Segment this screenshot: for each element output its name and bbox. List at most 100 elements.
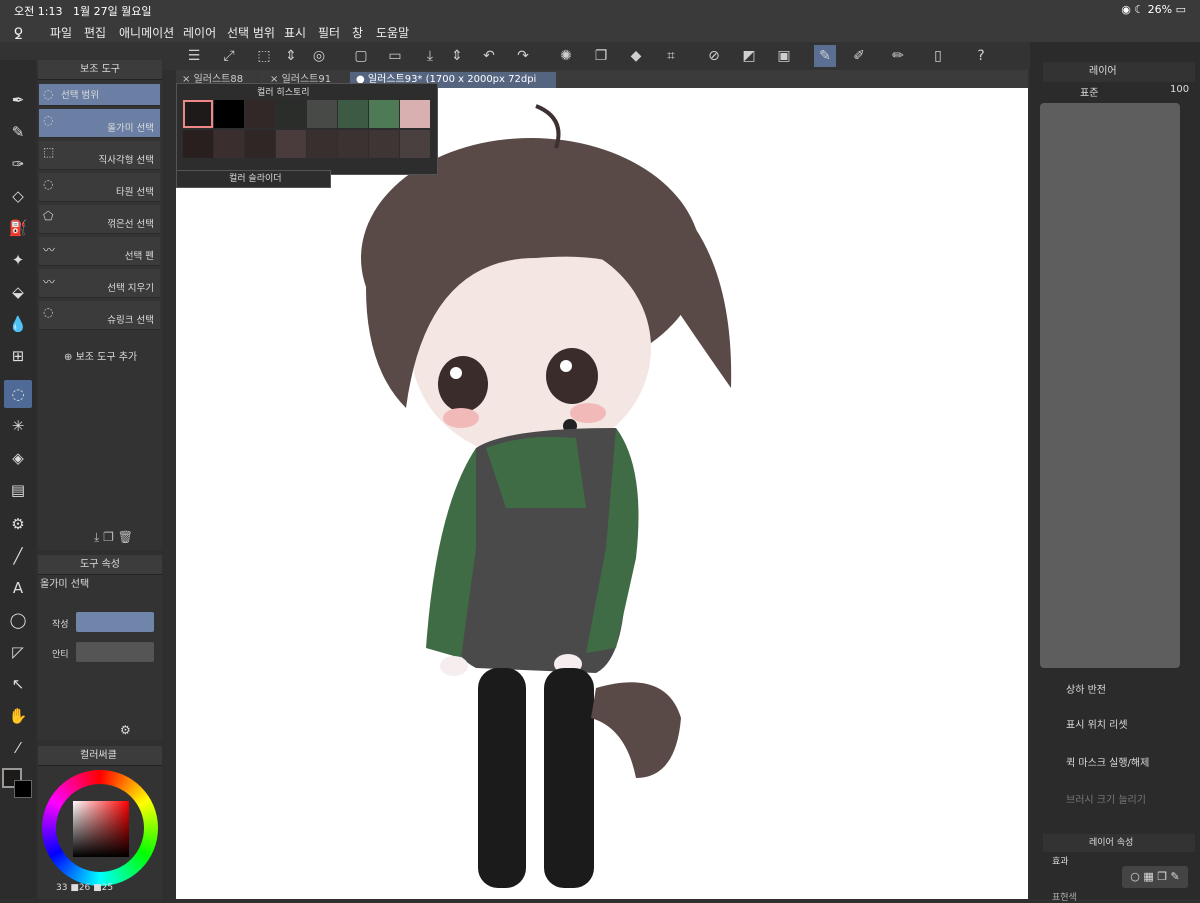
subtool-item[interactable]: ◌ 올가미 선택 — [39, 109, 160, 138]
balloon-icon[interactable]: ◯ — [4, 606, 32, 634]
settings-icon[interactable]: ⚙ — [120, 723, 131, 737]
undo-icon[interactable]: ↶ — [478, 45, 500, 67]
subtool-footer-icons[interactable]: ⤓ ❐ 🗑 — [94, 530, 133, 545]
history-swatch[interactable] — [307, 130, 337, 158]
subtool-item[interactable]: 〰 선택 지우기 — [39, 269, 160, 298]
lasso-small-icon: ◌ — [43, 305, 54, 319]
blend-mode[interactable]: 표준 — [1080, 84, 1098, 99]
antialias-selector[interactable] — [76, 642, 154, 662]
menu-window[interactable]: 창 — [352, 24, 363, 41]
subtool-item[interactable]: ⬚ 직사각형 선택 — [39, 141, 160, 170]
flip-vertical-item[interactable]: 상하 반전 — [1044, 677, 1194, 705]
figure-icon[interactable]: ⚙ — [4, 510, 32, 538]
brush-a-icon[interactable]: ✎ — [814, 45, 836, 67]
brush-size-item[interactable]: 브러시 크기 늘리기 — [1044, 787, 1194, 815]
history-swatch[interactable] — [338, 100, 368, 128]
hamburger-icon[interactable]: ☰ — [183, 45, 205, 67]
brush-c-icon[interactable]: ✏ — [887, 45, 909, 67]
subtool-panel: 보조 도구 ◌ 선택 범위 ◌ 올가미 선택 ⬚ 직사각형 선택 ◌ 타원 선택 ⬠ 꺾은… — [38, 60, 162, 550]
menu-help[interactable]: 도움말 — [376, 24, 409, 41]
lasso-icon[interactable]: ◌ — [4, 380, 32, 408]
drawing-canvas[interactable] — [176, 88, 1028, 899]
copy-icon[interactable]: ❐ — [590, 45, 612, 67]
saturation-square[interactable] — [73, 801, 129, 857]
crop-icon[interactable]: ⌗ — [660, 45, 682, 67]
device-icon[interactable]: ▯ — [927, 45, 949, 67]
stepper2-icon[interactable]: ⇕ — [446, 45, 468, 67]
pen-icon[interactable]: ✒ — [4, 86, 32, 114]
new-file-icon[interactable]: ▢ — [350, 45, 372, 67]
save-icon[interactable]: ⤓ — [419, 45, 441, 67]
layer-opacity[interactable]: 100 — [1170, 84, 1189, 95]
history-swatch[interactable] — [276, 130, 306, 158]
reset-view-item[interactable]: 표시 위치 리셋 — [1044, 712, 1194, 740]
effect-buttons[interactable]: ○ ▦ ❐ ✎ — [1122, 866, 1188, 888]
airbrush-icon[interactable]: ⛽ — [4, 214, 32, 242]
brush-b-icon[interactable]: ✐ — [848, 45, 870, 67]
subtool-item[interactable]: ◌ 선택 범위 — [39, 84, 160, 106]
menu-layer[interactable]: 레이어 — [183, 24, 216, 41]
deselect-icon[interactable]: ⊘ — [703, 45, 725, 67]
frame-icon[interactable]: ◸ — [4, 638, 32, 666]
quick-mask-item[interactable]: 퀵 마스크 실행/해제 — [1044, 750, 1194, 778]
menu-animation[interactable]: 애니메이션 — [119, 24, 174, 41]
menu-filter[interactable]: 필터 — [318, 24, 340, 41]
create-mode-selector[interactable] — [76, 612, 154, 632]
open-folder-icon[interactable]: ▭ — [384, 45, 406, 67]
command-bar: ☰ ⤢ ⬚ ⇕ ◎ ▢ ▭ ⤓ ⇕ ↶ ↷ ✺ ❐ ◆ ⌗ ⊘ ◩ ▣ ✎ ✐ … — [0, 42, 1200, 70]
border-icon[interactable]: ▣ — [773, 45, 795, 67]
history-swatch[interactable] — [183, 130, 213, 158]
move-icon[interactable]: ↖ — [4, 670, 32, 698]
blend-icon[interactable]: 💧 — [4, 310, 32, 338]
bucket-icon[interactable]: ◈ — [4, 444, 32, 472]
grid-icon[interactable]: ⊞ — [4, 342, 32, 370]
invert-icon[interactable]: ◩ — [738, 45, 760, 67]
app-logo-icon[interactable]: ꝿ — [14, 24, 23, 44]
record-icon[interactable]: ◎ — [308, 45, 330, 67]
transform-icon[interactable]: ⬚ — [253, 45, 275, 67]
fill-icon[interactable]: ◆ — [625, 45, 647, 67]
layer-popup-sheet[interactable] — [1040, 103, 1180, 668]
redo-icon[interactable]: ↷ — [512, 45, 534, 67]
subtool-item[interactable]: ◌ 타원 선택 — [39, 173, 160, 202]
ink-icon[interactable]: ✑ — [4, 150, 32, 178]
history-swatch[interactable] — [245, 130, 275, 158]
hand-icon[interactable]: ✋ — [4, 702, 32, 730]
history-swatch[interactable] — [400, 130, 430, 158]
subtool-item[interactable]: ⬠ 꺾은선 선택 — [39, 205, 160, 234]
history-swatch[interactable] — [400, 100, 430, 128]
loading-icon[interactable]: ✺ — [555, 45, 577, 67]
history-swatch[interactable] — [369, 100, 399, 128]
history-swatch[interactable] — [369, 130, 399, 158]
history-swatch[interactable] — [214, 130, 244, 158]
sparkle-icon[interactable]: ✦ — [4, 246, 32, 274]
eraser2-icon[interactable]: ⬙ — [4, 278, 32, 306]
stepper-icon[interactable]: ⇕ — [280, 45, 302, 67]
gradient-icon[interactable]: ▤ — [4, 476, 32, 504]
history-swatch[interactable] — [338, 130, 368, 158]
line-icon[interactable]: ╱ — [4, 542, 32, 570]
eyedropper-icon[interactable]: ⁄ — [4, 734, 32, 762]
subtool-item[interactable]: ◌ 슈링크 선택 — [39, 301, 160, 330]
ellipse-select-icon: ◌ — [43, 177, 54, 191]
eraser-icon[interactable]: ◇ — [4, 182, 32, 210]
menu-edit[interactable]: 편집 — [84, 24, 106, 41]
history-swatch[interactable] — [214, 100, 244, 128]
fit-icon[interactable]: ⤢ — [218, 45, 240, 67]
history-swatch[interactable] — [245, 100, 275, 128]
subtool-item[interactable]: 〰 선택 펜 — [39, 237, 160, 266]
menu-view[interactable]: 표시 — [284, 24, 306, 41]
help-icon[interactable]: ? — [970, 45, 992, 67]
sub-color-swatch[interactable] — [14, 780, 32, 798]
history-swatch[interactable] — [307, 100, 337, 128]
add-subtool-button[interactable]: ⊕ 보조 도구 추가 — [64, 348, 137, 363]
menu-selection[interactable]: 선택 범위 — [227, 24, 275, 41]
magic-wand-icon[interactable]: ✳ — [4, 412, 32, 440]
menu-file[interactable]: 파일 — [50, 24, 72, 41]
history-swatch[interactable] — [276, 100, 306, 128]
history-swatch[interactable] — [183, 100, 213, 128]
hue-ring[interactable] — [42, 770, 158, 886]
pencil-icon[interactable]: ✎ — [4, 118, 32, 146]
history-title: 컬러 히스토리 — [257, 88, 310, 98]
text-icon[interactable]: A — [4, 574, 32, 602]
